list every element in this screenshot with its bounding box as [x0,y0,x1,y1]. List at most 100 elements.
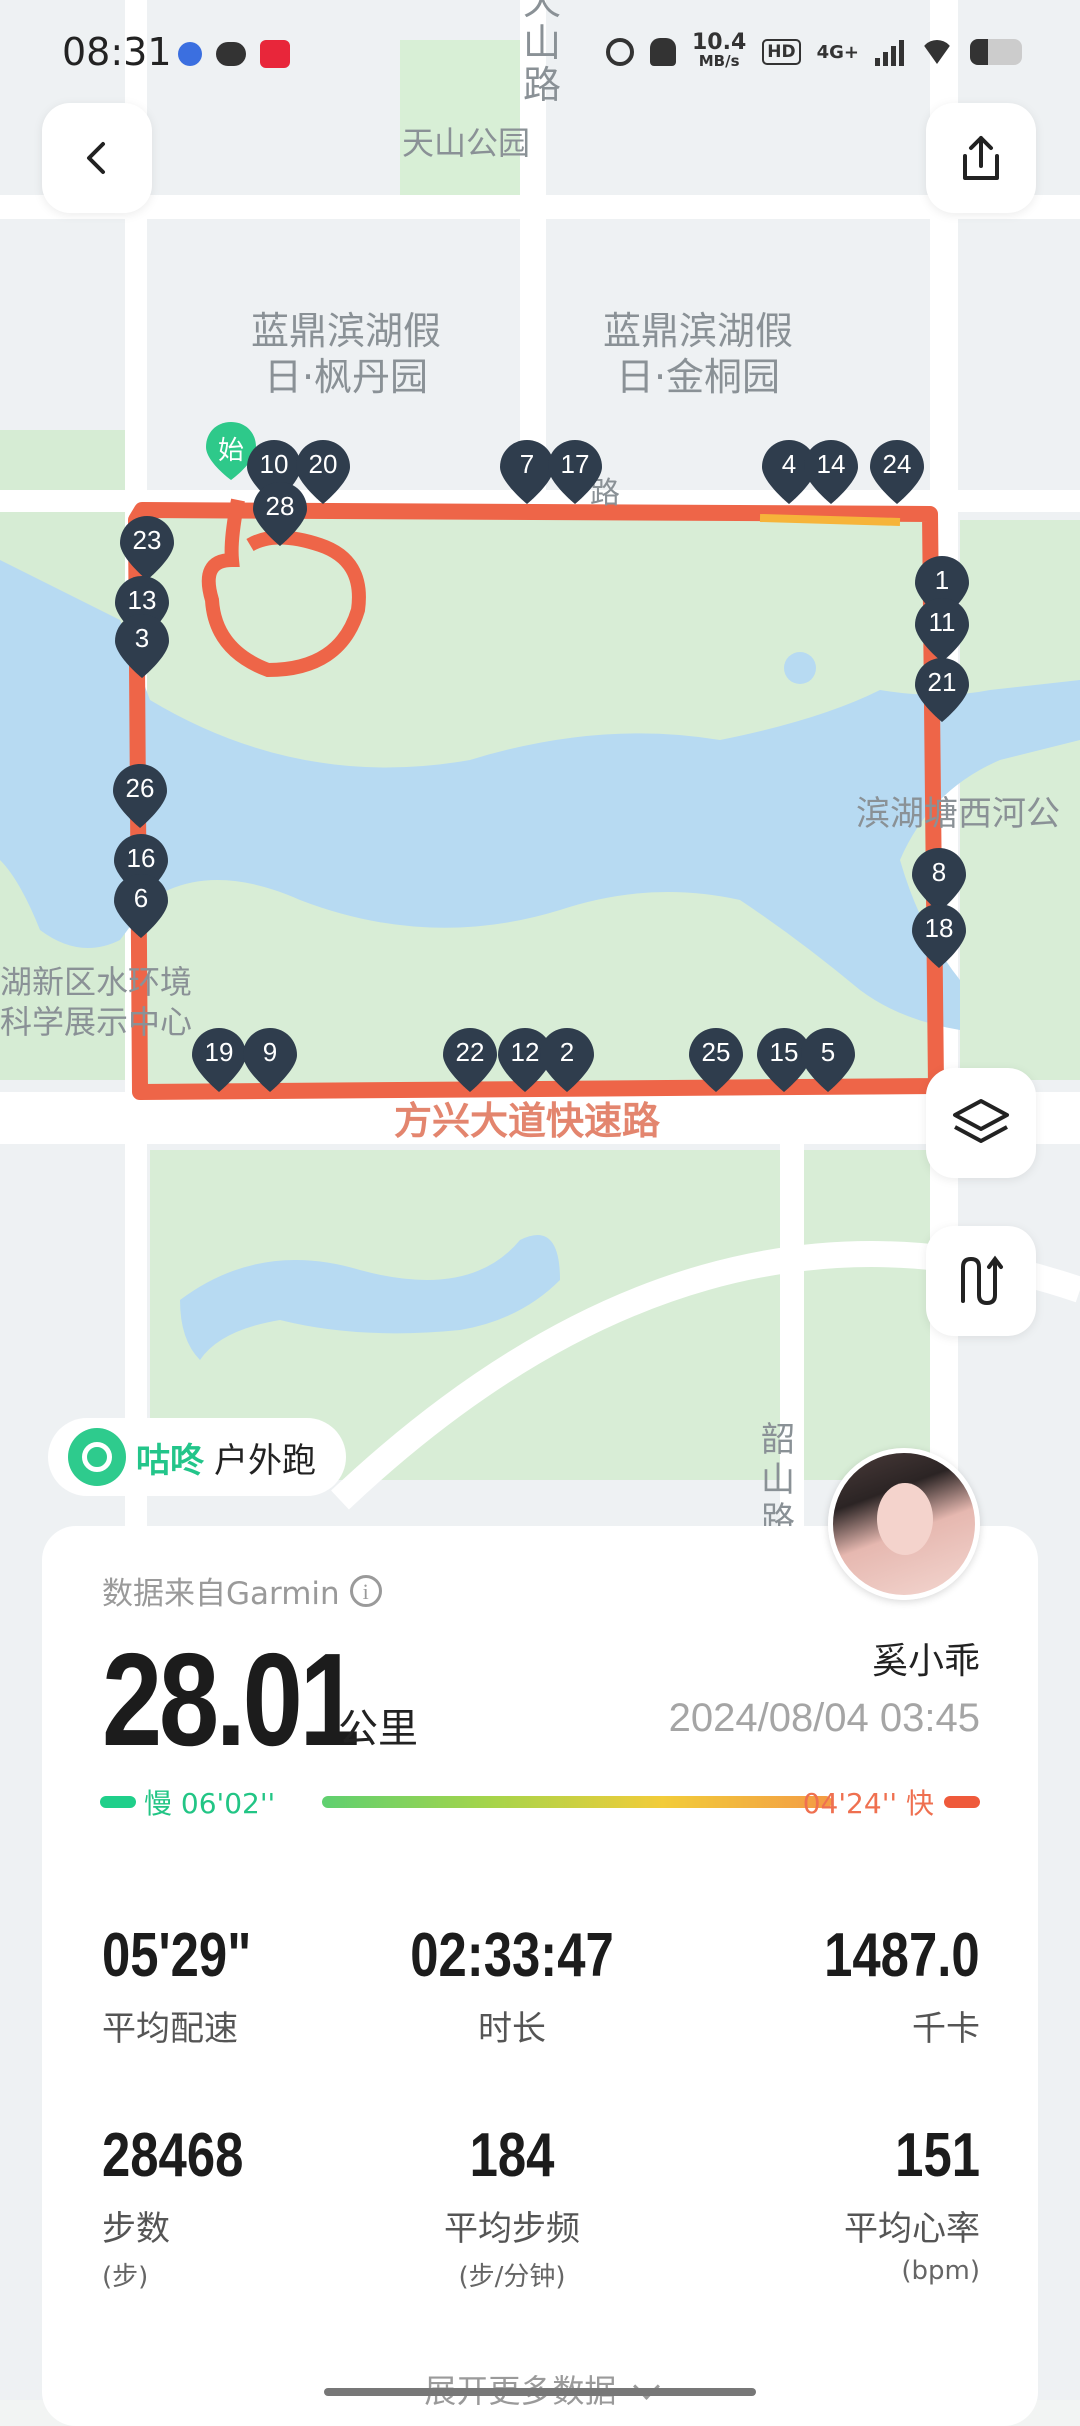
km-marker-label: 11 [928,607,956,637]
stat-label: 千卡 [912,2009,980,2049]
km-marker[interactable]: 18 [912,904,966,968]
km-marker[interactable]: 2 [540,1028,594,1092]
km-marker-label: 7 [519,449,535,479]
net-speed: 10.4 MB/s [691,30,747,71]
stat-value: 28468 [102,2121,244,2190]
hd-badge: HD [762,39,801,65]
data-source: 数据来自Garmin i [102,1568,382,1613]
wechat-icon [216,42,246,66]
stat-label: 时长 [478,2009,546,2049]
activity-datetime: 2024/08/04 03:45 [668,1696,980,1740]
summary-card: 数据来自Garmin i 28.01 公里 奚小乖 2024/08/04 03:… [42,1526,1038,2426]
road-label-fangxing: 方兴大道快速路 [394,1099,661,1143]
stat-label: 平均步频 [444,2209,580,2249]
km-marker-label: 6 [133,883,149,913]
baidu-icon [178,42,202,66]
km-marker[interactable]: 9 [243,1028,297,1092]
info-icon[interactable]: i [349,1574,382,1607]
net-speed-value: 10.4 [691,30,747,55]
pace-fast-label: 04'24'' 快 [802,1787,934,1820]
data-source-label: 数据来自Garmin [102,1576,340,1612]
river-label-binhu: 滨湖塘西河公 [856,794,1060,834]
poi-label-science-line2: 科学展示中心 [0,1003,193,1041]
km-marker[interactable]: 14 [804,440,858,504]
back-button[interactable] [42,103,152,213]
km-marker-label: 16 [126,843,156,873]
mute-icon [649,38,676,66]
stat-label: 平均心率 [844,2209,980,2249]
share-button[interactable] [926,103,1036,213]
status-bar: 08:31 10.4 MB/s HD 4G+ [0,0,1080,110]
km-marker-label: 17 [560,449,590,479]
km-marker-label: 10 [259,449,289,479]
km-marker[interactable]: 5 [801,1028,855,1092]
poi-label-science-line1: 湖新区水环境 [0,963,193,1001]
area-label-fengdan-line2: 日·枫丹园 [263,355,429,399]
km-marker-label: 25 [701,1037,731,1067]
km-marker[interactable]: 26 [113,764,167,828]
km-marker-label: 1 [934,565,950,595]
km-marker-label: 3 [134,623,150,653]
km-marker-label: 21 [927,667,957,697]
km-marker[interactable]: 22 [443,1028,497,1092]
km-marker-label: 22 [455,1037,485,1067]
pace-slow-swatch [100,1796,136,1808]
route-curve-icon [961,1255,1003,1306]
chevron-left-icon [87,142,105,174]
km-marker-label: 5 [820,1037,836,1067]
app-source-tag: 咕咚 户外跑 [48,1418,346,1496]
km-marker-label: 2 [559,1037,575,1067]
km-marker[interactable]: 24 [870,440,924,504]
km-marker[interactable]: 11 [915,598,969,662]
km-marker-label: 8 [931,857,947,887]
net-speed-unit: MB/s [698,52,740,70]
app-brand: 咕咚 [136,1440,204,1481]
km-marker[interactable]: 8 [912,848,966,912]
stat-value: 02:33:47 [410,1921,614,1990]
park-label-tianshan: 天山公园 [402,124,531,162]
stat-value: 151 [895,2121,980,2190]
km-marker[interactable]: 19 [192,1028,246,1092]
km-marker-label: 19 [204,1037,234,1067]
km-marker-label: 20 [308,449,338,479]
stat-unit: (步) [102,2262,149,2292]
km-marker[interactable]: 28 [253,482,307,546]
km-marker[interactable]: 17 [548,440,602,504]
stat-heart-rate: 151 平均心率 (bpm) [844,2120,980,2286]
km-marker[interactable]: 7 [500,440,554,504]
signal-icon [875,38,904,66]
xiaohongshu-icon [260,40,290,68]
km-marker-label: 18 [924,913,954,943]
km-marker-label: 13 [127,585,157,615]
home-indicator[interactable] [324,2388,756,2396]
user-avatar[interactable] [828,1448,980,1600]
area-label-jintong-line1: 蓝鼎滨湖假 [602,309,793,353]
stat-value: 05'29" [102,1921,252,1990]
activity-type: 户外跑 [214,1440,316,1481]
distance-unit: 公里 [338,1706,418,1752]
poi-label-science-center: 湖新区水环境 科学展示中心 [0,962,192,1042]
km-marker[interactable]: 6 [114,874,168,938]
pace-legend: 慢 06'02'' 04'24'' 快 [100,1786,980,1820]
km-marker-label: 23 [132,525,162,555]
stat-steps: 28468 步数 (步) [102,2120,274,2293]
area-label-jintong-line2: 日·金桐园 [615,355,781,399]
km-marker[interactable]: 23 [120,516,174,580]
km-marker[interactable]: 25 [689,1028,743,1092]
alarm-icon [605,38,634,66]
km-marker[interactable]: 21 [915,658,969,722]
stat-calories: 1487.0 千卡 [790,1920,980,2050]
stat-unit: (步/分钟) [458,2262,566,2292]
map-layers-button[interactable] [926,1068,1036,1178]
stat-duration: 02:33:47 时长 [342,1920,682,2050]
network-type: 4G+ [816,41,859,63]
route-replay-button[interactable] [926,1226,1036,1336]
wifi-icon [920,40,954,64]
stat-label: 步数 [102,2209,170,2249]
km-marker-label: 28 [265,491,295,521]
road-label-shaoshan: 韶山路 [761,1420,795,1540]
distance-value: 28.01 [102,1626,360,1773]
stat-cadence: 184 平均步频 (步/分钟) [342,2120,682,2293]
stat-unit: (bpm) [901,2256,980,2286]
km-marker[interactable]: 3 [115,614,169,678]
